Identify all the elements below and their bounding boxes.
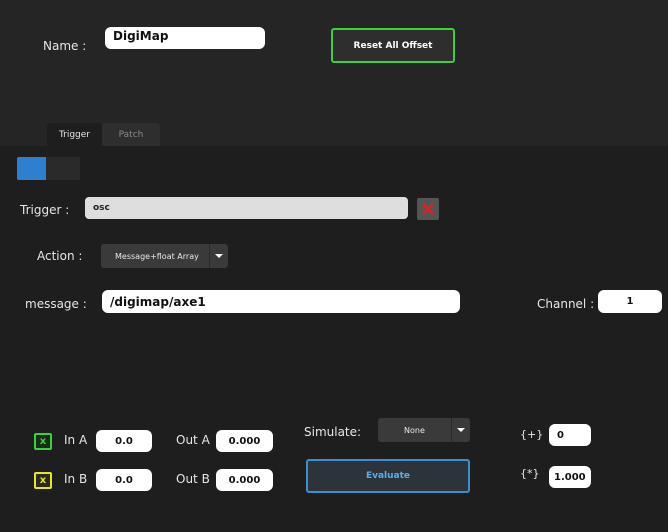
reset-all-offset-button[interactable]: Reset All Offset (331, 28, 455, 63)
simulate-selected: None (404, 425, 425, 435)
multiplier-field[interactable]: 1.000 (549, 466, 591, 488)
trigger-label: Trigger : (20, 203, 70, 217)
simulate-label: Simulate: (304, 425, 362, 439)
in-b-field[interactable]: 0.0 (96, 469, 152, 491)
offset-label: {+} (520, 428, 544, 441)
offset-field[interactable]: 0 (549, 424, 591, 446)
chevron-down-icon (451, 418, 470, 442)
out-b-label: Out B (176, 472, 210, 486)
action-label: Action : (37, 249, 83, 263)
toggle-off-segment (46, 157, 80, 180)
enable-toggle[interactable] (17, 157, 80, 180)
channel-field[interactable]: 1 (598, 290, 662, 313)
in-b-label: In B (64, 472, 88, 486)
toggle-on-segment (17, 157, 46, 180)
channel-label: Channel : (537, 297, 595, 311)
out-b-field[interactable]: 0.000 (216, 469, 273, 491)
trigger-field[interactable]: osc (85, 197, 408, 219)
name-field[interactable]: DigiMap (105, 27, 265, 49)
checkbox-b[interactable]: x (34, 472, 52, 489)
message-field[interactable]: /digimap/axe1 (102, 290, 460, 313)
close-icon (422, 203, 434, 215)
checkbox-a[interactable]: x (34, 433, 52, 450)
out-a-field[interactable]: 0.000 (216, 430, 273, 452)
tab-trigger[interactable]: Trigger (47, 123, 102, 146)
out-a-label: Out A (176, 433, 210, 447)
in-a-label: In A (64, 433, 88, 447)
multiplier-label: {*} (520, 467, 540, 480)
action-dropdown[interactable]: Message+float Array (101, 244, 228, 268)
in-a-field[interactable]: 0.0 (96, 430, 152, 452)
delete-trigger-button[interactable] (417, 198, 439, 220)
tab-patch[interactable]: Patch (102, 123, 160, 146)
name-label: Name : (43, 39, 87, 53)
evaluate-button[interactable]: Evaluate (306, 459, 470, 493)
chevron-down-icon (209, 244, 228, 268)
simulate-dropdown[interactable]: None (378, 418, 470, 442)
message-label: message : (25, 297, 87, 311)
action-selected: Message+float Array (115, 251, 199, 261)
